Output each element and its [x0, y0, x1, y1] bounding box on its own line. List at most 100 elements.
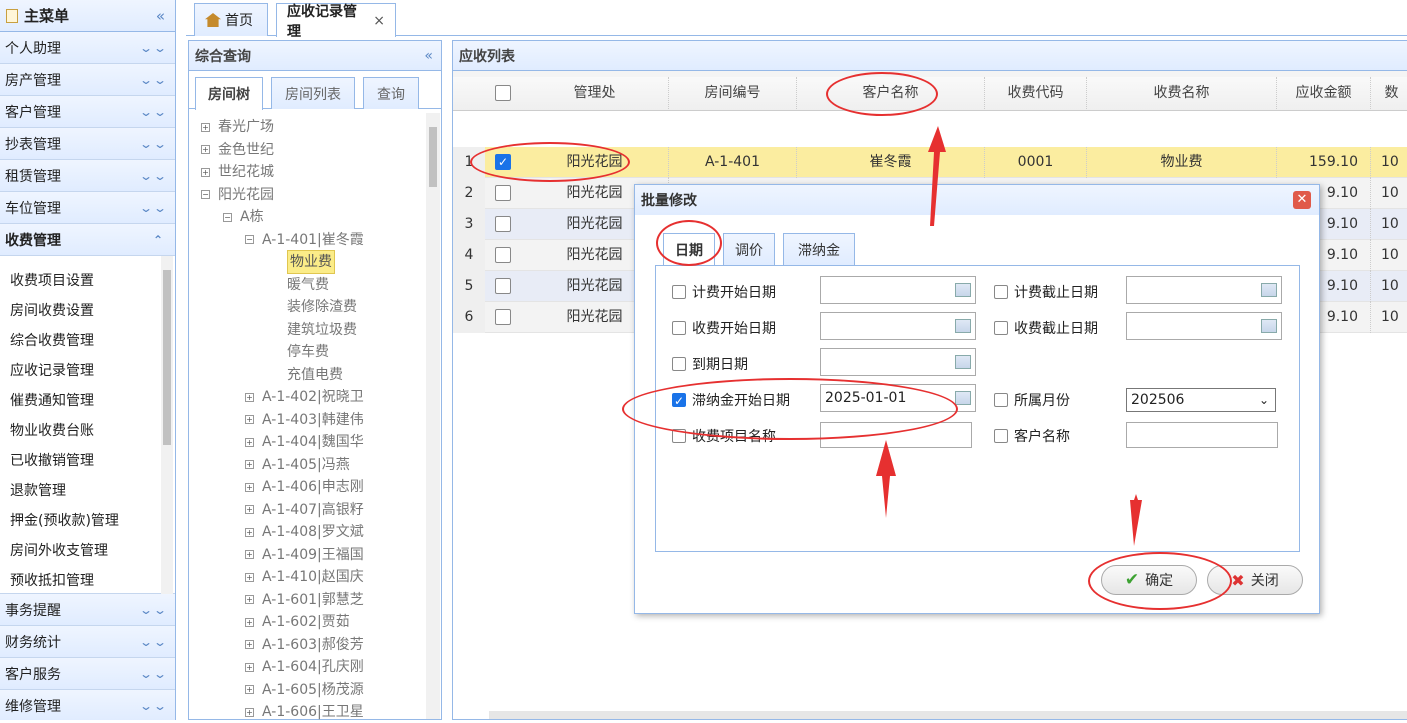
tree-toggle-icon[interactable]: −	[223, 212, 232, 222]
sidebar-item[interactable]: 物业收费台账	[0, 416, 175, 446]
tree-node-room[interactable]: + A-1-605|杨茂源	[245, 679, 364, 701]
tree-node-room[interactable]: − A-1-401|崔冬霞	[245, 229, 364, 251]
tree-node-estate[interactable]: + 春光广场	[201, 116, 274, 138]
sidebar-item[interactable]: 房间外收支管理	[0, 536, 175, 566]
tree-toggle-icon[interactable]: +	[245, 662, 254, 672]
select-all-checkbox[interactable]	[495, 85, 511, 101]
tree-node-building[interactable]: − A栋	[223, 206, 264, 228]
tree-toggle-icon[interactable]: +	[245, 460, 254, 469]
menu-section[interactable]: 个人助理 ⌄⌄	[0, 32, 175, 64]
tree-node-room[interactable]: + A-1-410|赵国庆	[245, 566, 364, 588]
sidebar-item[interactable]: 综合收费管理	[0, 326, 175, 356]
column-header[interactable]: 管理处	[521, 77, 669, 111]
month-option[interactable]: 所属月份	[994, 388, 1070, 412]
tree-scrollbar[interactable]	[426, 113, 440, 719]
tab-room-list[interactable]: 房间列表	[271, 77, 355, 109]
sidebar-item[interactable]: 退款管理	[0, 476, 175, 506]
calendar-icon[interactable]	[955, 391, 971, 405]
fee-end-date-checkbox[interactable]	[994, 285, 1008, 299]
menu-section[interactable]: 客户服务 ⌄⌄	[0, 658, 175, 690]
tree-node-room[interactable]: + A-1-405|冯燕	[245, 454, 350, 476]
tree-toggle-icon[interactable]: +	[245, 550, 254, 559]
sidebar-item[interactable]: 应收记录管理	[0, 356, 175, 386]
sidebar-item[interactable]: 房间收费设置	[0, 296, 175, 326]
collapse-sidebar-icon[interactable]: «	[156, 7, 165, 25]
tree-node-room[interactable]: + A-1-403|韩建伟	[245, 409, 364, 431]
column-header[interactable]: 收费代码	[985, 77, 1087, 111]
tree-node-fee[interactable]: 暖气费	[287, 274, 329, 296]
calendar-icon[interactable]	[955, 319, 971, 333]
tree-toggle-icon[interactable]: +	[245, 595, 254, 604]
tree-toggle-icon[interactable]: +	[201, 122, 210, 132]
sidebar-scrollbar[interactable]	[161, 256, 173, 594]
charge-start-date-field[interactable]	[820, 312, 976, 340]
column-header[interactable]: 数	[1371, 77, 1407, 111]
dialog-tab-price-adjust[interactable]: 调价	[723, 233, 775, 265]
tree-node-room[interactable]: + A-1-601|郭慧芝	[245, 589, 364, 611]
tree-node-room[interactable]: + A-1-402|祝晓卫	[245, 386, 364, 408]
menu-section[interactable]: 维修管理 ⌄⌄	[0, 690, 175, 720]
tree-toggle-icon[interactable]: −	[245, 235, 254, 244]
tree-node-room[interactable]: + A-1-408|罗文斌	[245, 521, 364, 543]
tree-node-estate[interactable]: + 金色世纪	[201, 139, 274, 161]
tree-node-room[interactable]: + A-1-409|王福国	[245, 544, 364, 566]
menu-section[interactable]: 车位管理 ⌄⌄	[0, 192, 175, 224]
month-checkbox[interactable]	[994, 393, 1008, 407]
column-header[interactable]: 收费名称	[1087, 77, 1277, 111]
tree-toggle-icon[interactable]: +	[245, 685, 254, 694]
dialog-tab-late-fee[interactable]: 滞纳金	[783, 233, 855, 265]
customer-name-option[interactable]: 客户名称	[994, 424, 1070, 448]
tab-room-tree[interactable]: 房间树	[195, 77, 263, 110]
tree-toggle-icon[interactable]: −	[201, 190, 210, 199]
tree-toggle-icon[interactable]: +	[201, 145, 210, 154]
due-date-field[interactable]	[820, 348, 976, 376]
fee-start-date-field[interactable]	[820, 276, 976, 304]
menu-section[interactable]: 房产管理 ⌄⌄	[0, 64, 175, 96]
tree-node-room[interactable]: + A-1-602|贾茹	[245, 611, 350, 633]
tree-node-fee[interactable]: 建筑垃圾费	[287, 319, 357, 341]
menu-section-fee-management[interactable]: 收费管理 ⌃	[0, 224, 175, 256]
sidebar-item[interactable]: 收费项目设置	[0, 266, 175, 296]
tree-node-room[interactable]: + A-1-406|申志刚	[245, 476, 364, 498]
month-select[interactable]: 202506 ⌄	[1126, 388, 1276, 412]
column-header[interactable]: 房间编号	[669, 77, 797, 111]
tree-toggle-icon[interactable]: +	[245, 415, 254, 424]
tab-search[interactable]: 查询	[363, 77, 419, 109]
tree-toggle-icon[interactable]: +	[245, 437, 254, 447]
horizontal-scrollbar[interactable]	[489, 711, 1407, 719]
tree-node-estate[interactable]: + 世纪花城	[201, 161, 274, 183]
collapse-panel-icon[interactable]: «	[424, 48, 433, 64]
fee-end-date-field[interactable]	[1126, 276, 1282, 304]
sidebar-item[interactable]: 催费通知管理	[0, 386, 175, 416]
menu-section[interactable]: 抄表管理 ⌄⌄	[0, 128, 175, 160]
row-checkbox[interactable]	[495, 309, 511, 325]
row-checkbox[interactable]	[495, 216, 511, 232]
calendar-icon[interactable]	[955, 283, 971, 297]
dialog-close-icon[interactable]: ✕	[1293, 191, 1311, 209]
tree-toggle-icon[interactable]: +	[245, 392, 254, 402]
tree-node-room[interactable]: + A-1-603|郝俊芳	[245, 634, 364, 656]
due-date-option[interactable]: 到期日期	[672, 352, 748, 376]
sidebar-item[interactable]: 押金(预收款)管理	[0, 506, 175, 536]
calendar-icon[interactable]	[1261, 283, 1277, 297]
fee-start-date-checkbox[interactable]	[672, 285, 686, 299]
charge-end-date-checkbox[interactable]	[994, 321, 1008, 335]
tree-toggle-icon[interactable]: +	[245, 505, 254, 514]
menu-section[interactable]: 事务提醒 ⌄⌄	[0, 594, 175, 626]
fee-end-date-option[interactable]: 计费截止日期	[994, 280, 1098, 304]
tree-toggle-icon[interactable]: +	[245, 572, 254, 582]
tree-toggle-icon[interactable]: +	[245, 640, 254, 649]
due-date-checkbox[interactable]	[672, 357, 686, 371]
row-checkbox[interactable]	[495, 278, 511, 294]
tree-toggle-icon[interactable]: +	[245, 482, 254, 492]
tree-node-room[interactable]: + A-1-404|魏国华	[245, 431, 364, 453]
tree-toggle-icon[interactable]: +	[245, 707, 254, 717]
tree-node-estate[interactable]: − 阳光花园	[201, 184, 274, 206]
calendar-icon[interactable]	[955, 355, 971, 369]
customer-name-field[interactable]	[1126, 422, 1278, 448]
tree-toggle-icon[interactable]: +	[245, 527, 254, 537]
sidebar-item[interactable]: 已收撤销管理	[0, 446, 175, 476]
menu-section[interactable]: 客户管理 ⌄⌄	[0, 96, 175, 128]
tree-toggle-icon[interactable]: +	[245, 617, 254, 627]
row-checkbox[interactable]	[495, 247, 511, 263]
